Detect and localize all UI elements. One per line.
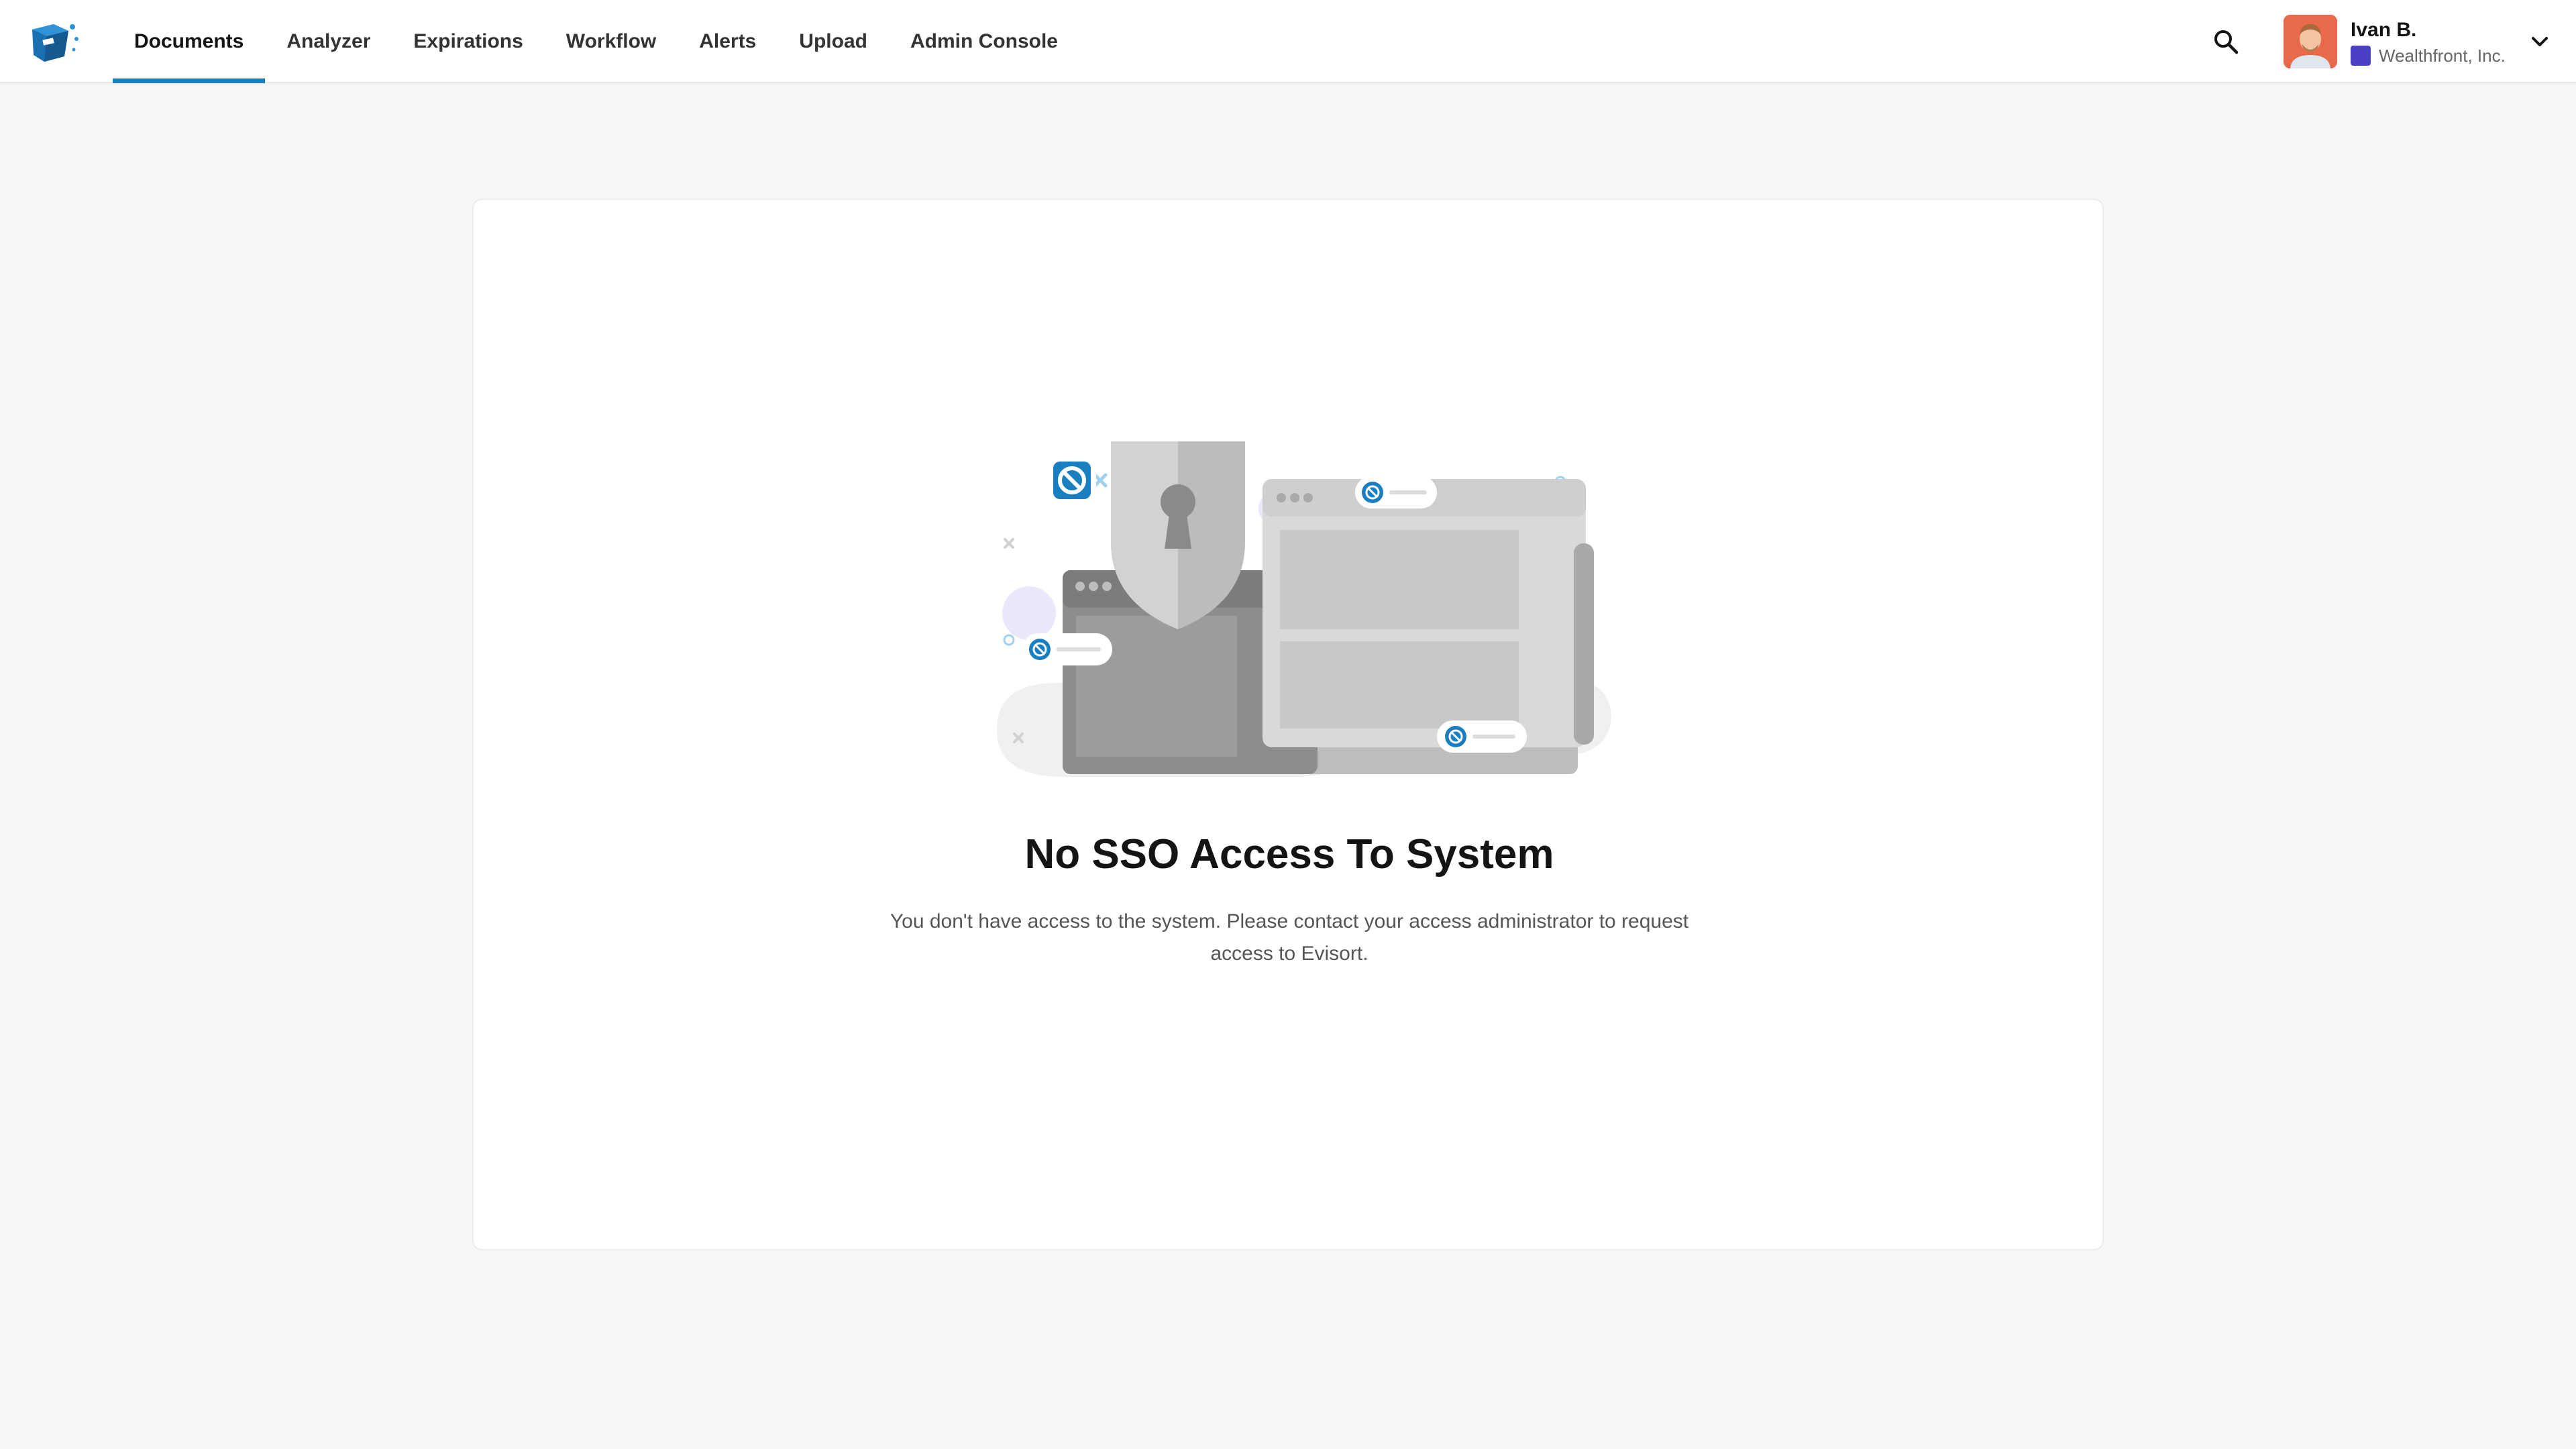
- page-title: No SSO Access To System: [1024, 831, 1554, 877]
- access-denied-card: No SSO Access To System You don't have a…: [472, 199, 2104, 1250]
- user-name: Ivan B.: [2351, 18, 2417, 41]
- search-icon[interactable]: [2211, 27, 2241, 56]
- user-menu[interactable]: Ivan B. Wealthfront, Inc.: [2284, 15, 2552, 68]
- avatar: [2284, 15, 2337, 68]
- nav-tab-workflow[interactable]: Workflow: [545, 0, 678, 83]
- nav-tab-alerts[interactable]: Alerts: [678, 0, 777, 83]
- evisort-logo-icon[interactable]: [27, 17, 80, 66]
- organization-badge: [2351, 46, 2371, 66]
- chevron-down-icon[interactable]: [2528, 30, 2552, 54]
- nav-tab-admin-console[interactable]: Admin Console: [889, 0, 1079, 83]
- access-message: You don't have access to the system. Ple…: [890, 910, 1689, 965]
- main-nav: Documents Analyzer Expirations Workflow …: [113, 0, 1079, 83]
- top-navigation-bar: Documents Analyzer Expirations Workflow …: [0, 0, 2576, 83]
- locked-shield-illustration: [957, 334, 1627, 804]
- nav-tab-upload[interactable]: Upload: [777, 0, 889, 83]
- nav-tab-documents[interactable]: Documents: [113, 0, 266, 83]
- nav-tab-expirations[interactable]: Expirations: [392, 0, 544, 83]
- organization-name: Wealthfront, Inc.: [2379, 45, 2506, 66]
- nav-tab-analyzer[interactable]: Analyzer: [265, 0, 392, 83]
